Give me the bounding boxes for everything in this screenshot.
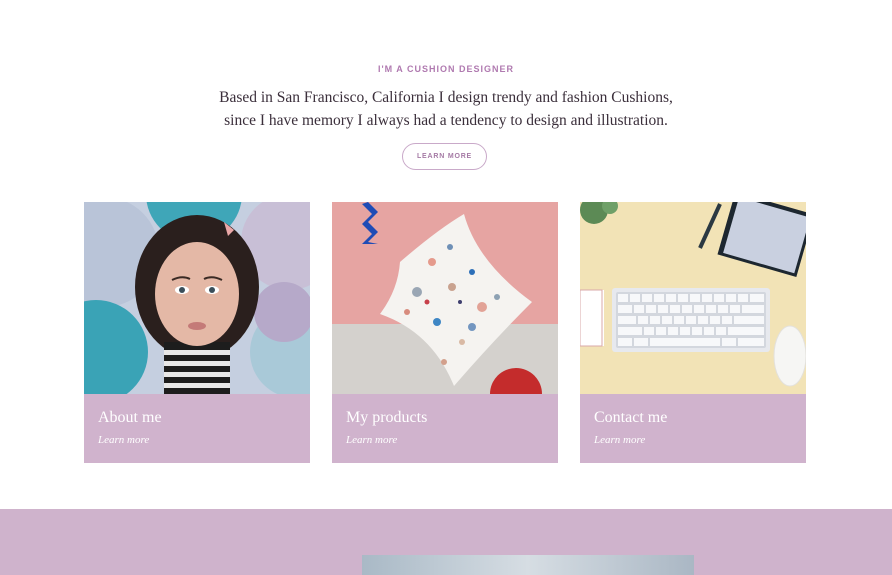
card-learn-more-link[interactable]: Learn more: [594, 434, 645, 446]
eyebrow-heading: I'M A CUSHION DESIGNER: [378, 64, 514, 74]
girl-with-balloons-photo: [84, 202, 310, 394]
card-title: About me: [98, 409, 162, 426]
intro-line-2: since I have memory I always had a tende…: [224, 112, 668, 129]
card-about-me[interactable]: About me Learn more: [84, 202, 310, 463]
learn-more-button[interactable]: LEARN MORE: [402, 143, 487, 170]
intro-line-1: Based in San Francisco, California I des…: [219, 89, 673, 106]
desk-keyboard-photo: [580, 202, 806, 394]
card-title: My products: [346, 409, 428, 426]
card-learn-more-link[interactable]: Learn more: [346, 434, 397, 446]
card-title: Contact me: [594, 409, 668, 426]
terrazzo-cushion-photo: [332, 202, 558, 394]
lilac-section-band: [0, 509, 892, 575]
section-photo-preview: [362, 555, 694, 575]
card-contact-me[interactable]: Contact me Learn more: [580, 202, 806, 463]
card-learn-more-link[interactable]: Learn more: [98, 434, 149, 446]
intro-text: Based in San Francisco, California I des…: [196, 86, 696, 132]
card-my-products[interactable]: My products Learn more: [332, 202, 558, 463]
